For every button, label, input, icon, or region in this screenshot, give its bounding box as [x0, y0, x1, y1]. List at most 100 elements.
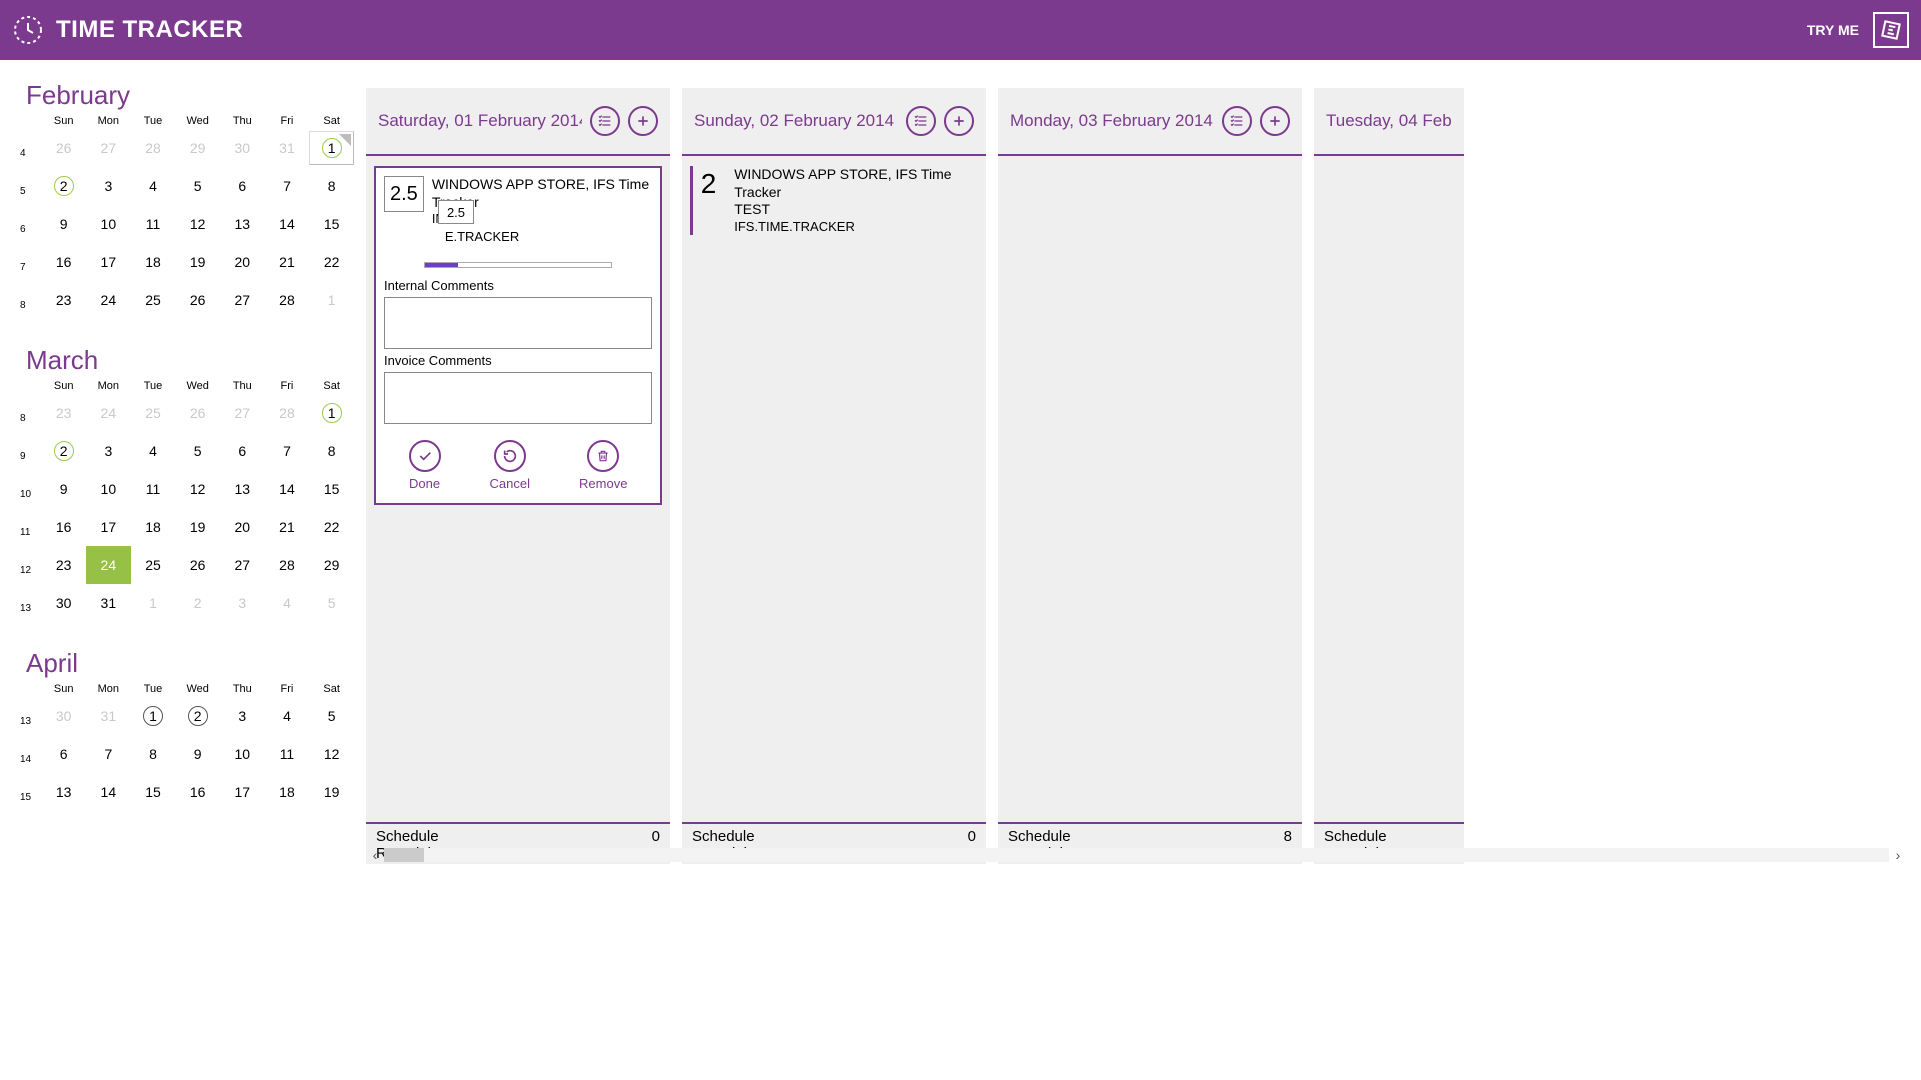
calendar-day[interactable]: 23 [41, 557, 86, 573]
calendar-day[interactable]: 9 [175, 746, 220, 762]
calendar-day[interactable]: 28 [265, 557, 310, 573]
calendar-day[interactable]: 27 [86, 140, 131, 156]
hours-stepper-popup[interactable]: 2.5 [438, 200, 474, 224]
calendar-day[interactable]: 1 [131, 595, 176, 611]
scroll-left-icon[interactable]: ‹ [366, 847, 384, 863]
calendar-day[interactable]: 21 [265, 254, 310, 270]
calendar-day[interactable]: 2 [41, 441, 86, 461]
ifs-logo-icon[interactable] [1873, 12, 1909, 48]
time-entry[interactable]: 2 WINDOWS APP STORE, IFS Time Tracker TE… [690, 166, 978, 235]
calendar-day[interactable]: 2 [175, 706, 220, 726]
cancel-button[interactable]: Cancel [490, 440, 530, 491]
calendar-day[interactable]: 5 [309, 708, 354, 724]
calendar-day[interactable]: 1 [309, 403, 354, 423]
calendar-day[interactable]: 25 [131, 557, 176, 573]
calendar-day[interactable]: 17 [86, 254, 131, 270]
calendar-day[interactable]: 27 [220, 292, 265, 308]
calendar-day[interactable]: 24 [86, 546, 131, 584]
calendar-day[interactable]: 17 [86, 519, 131, 535]
calendar-day[interactable]: 6 [220, 178, 265, 194]
calendar-day[interactable]: 14 [265, 481, 310, 497]
horizontal-scrollbar[interactable]: ‹ › [366, 846, 1907, 864]
add-entry-button[interactable] [944, 106, 974, 136]
calendar-day[interactable]: 12 [175, 481, 220, 497]
hours-slider[interactable] [424, 262, 612, 268]
calendar-day[interactable]: 3 [86, 443, 131, 459]
scroll-right-icon[interactable]: › [1889, 847, 1907, 863]
scroll-track[interactable] [384, 848, 1889, 862]
calendar-day[interactable]: 4 [131, 178, 176, 194]
calendar-day[interactable]: 20 [220, 254, 265, 270]
calendar-day[interactable]: 13 [41, 784, 86, 800]
calendar-day[interactable]: 28 [265, 405, 310, 421]
calendar-day[interactable]: 6 [41, 746, 86, 762]
calendar-day[interactable]: 13 [220, 216, 265, 232]
calendar-day[interactable]: 19 [309, 784, 354, 800]
calendar-day[interactable]: 11 [265, 746, 310, 762]
calendar-day[interactable]: 5 [175, 443, 220, 459]
calendar-day[interactable]: 30 [41, 595, 86, 611]
calendar-day[interactable]: 18 [131, 519, 176, 535]
calendar-day[interactable]: 6 [220, 443, 265, 459]
calendar-day[interactable]: 29 [309, 557, 354, 573]
calendar-day[interactable]: 3 [220, 708, 265, 724]
calendar-day[interactable]: 26 [41, 140, 86, 156]
hours-input[interactable]: 2.5 [384, 176, 424, 212]
calendar-day[interactable]: 30 [41, 708, 86, 724]
add-entry-button[interactable] [628, 106, 658, 136]
calendar-day[interactable]: 15 [309, 481, 354, 497]
calendar-day[interactable]: 10 [86, 481, 131, 497]
calendar-day[interactable]: 5 [309, 595, 354, 611]
calendar-day[interactable]: 19 [175, 254, 220, 270]
calendar-day[interactable]: 10 [86, 216, 131, 232]
calendar-day[interactable]: 25 [131, 292, 176, 308]
calendar-day[interactable]: 30 [220, 140, 265, 156]
calendar-day[interactable]: 21 [265, 519, 310, 535]
invoice-comments-input[interactable] [384, 372, 652, 424]
calendar-day[interactable]: 19 [175, 519, 220, 535]
calendar-day[interactable]: 7 [265, 178, 310, 194]
scroll-thumb[interactable] [384, 848, 424, 862]
calendar-day[interactable]: 12 [175, 216, 220, 232]
calendar-day[interactable]: 22 [309, 519, 354, 535]
list-tasks-button[interactable] [906, 106, 936, 136]
calendar-day[interactable]: 8 [309, 443, 354, 459]
calendar-day[interactable]: 5 [175, 178, 220, 194]
calendar-day[interactable]: 26 [175, 405, 220, 421]
calendar-day[interactable]: 28 [265, 292, 310, 308]
calendar-day[interactable]: 2 [175, 595, 220, 611]
calendar-day[interactable]: 13 [220, 481, 265, 497]
calendar-day[interactable]: 14 [86, 784, 131, 800]
calendar-day[interactable]: 23 [41, 292, 86, 308]
remove-button[interactable]: Remove [579, 440, 627, 491]
calendar-day[interactable]: 15 [309, 216, 354, 232]
calendar-day[interactable]: 2 [41, 176, 86, 196]
calendar-day[interactable]: 24 [86, 405, 131, 421]
calendar-day[interactable]: 27 [220, 557, 265, 573]
calendar-day[interactable]: 11 [131, 481, 176, 497]
calendar-day[interactable]: 4 [131, 443, 176, 459]
calendar-day[interactable]: 14 [265, 216, 310, 232]
calendar-day[interactable]: 26 [175, 557, 220, 573]
list-tasks-button[interactable] [1222, 106, 1252, 136]
calendar-day[interactable]: 28 [131, 140, 176, 156]
calendar-day[interactable]: 9 [41, 216, 86, 232]
calendar-day[interactable]: 25 [131, 405, 176, 421]
calendar-day[interactable]: 12 [309, 746, 354, 762]
calendar-day[interactable]: 16 [175, 784, 220, 800]
calendar-day[interactable]: 27 [220, 405, 265, 421]
calendar-day[interactable]: 16 [41, 254, 86, 270]
calendar-day[interactable]: 10 [220, 746, 265, 762]
calendar-day[interactable]: 16 [41, 519, 86, 535]
calendar-day[interactable]: 8 [309, 178, 354, 194]
calendar-day[interactable]: 18 [131, 254, 176, 270]
calendar-day[interactable]: 31 [86, 595, 131, 611]
calendar-day[interactable]: 8 [131, 746, 176, 762]
calendar-day[interactable]: 23 [41, 405, 86, 421]
calendar-day[interactable]: 7 [86, 746, 131, 762]
calendar-day[interactable]: 1 [309, 131, 354, 165]
done-button[interactable]: Done [409, 440, 441, 491]
calendar-day[interactable]: 17 [220, 784, 265, 800]
add-entry-button[interactable] [1260, 106, 1290, 136]
calendar-day[interactable]: 4 [265, 595, 310, 611]
